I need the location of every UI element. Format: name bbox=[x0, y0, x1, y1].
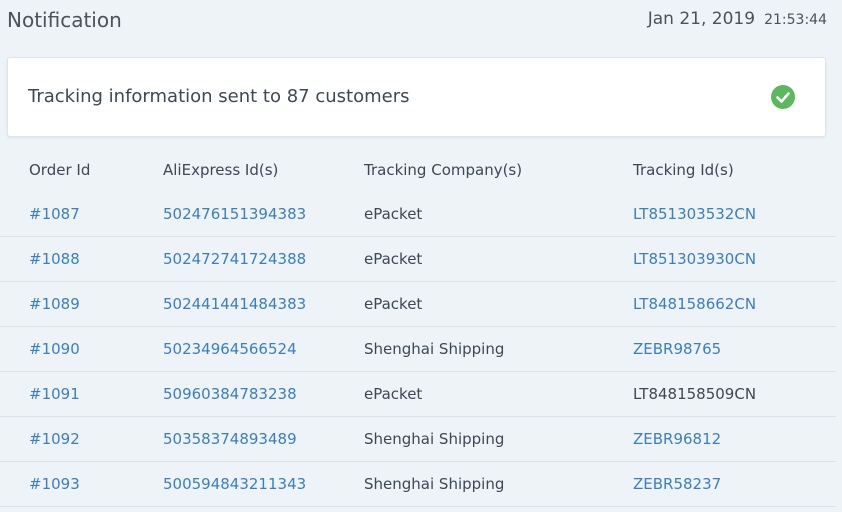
header-order-id: Order Id bbox=[29, 160, 91, 179]
order-id-link[interactable]: #1092 bbox=[0, 416, 163, 462]
table-body: #1087 502476151394383 ePacket LT851303532CN… bbox=[0, 192, 836, 507]
tracking-id: LT848158509CN bbox=[633, 371, 836, 417]
aliexpress-id-link[interactable]: 50358374893489 bbox=[163, 416, 364, 462]
notification-page: Notification Jan 21, 2019 21:53:44 Track… bbox=[0, 0, 842, 512]
customer-count: 87 bbox=[286, 86, 310, 107]
tracking-company: ePacket bbox=[364, 281, 633, 327]
order-id-link[interactable]: #1088 bbox=[0, 236, 163, 282]
order-id-link[interactable]: #1091 bbox=[0, 371, 163, 417]
tracking-company: Shenghai Shipping bbox=[364, 461, 633, 507]
order-id-link[interactable]: #1090 bbox=[0, 326, 163, 372]
aliexpress-id-link[interactable]: 502476151394383 bbox=[163, 192, 364, 237]
notification-message: Tracking information sent to 87 customer… bbox=[28, 86, 409, 107]
aliexpress-id-link[interactable]: 502472741724388 bbox=[163, 236, 364, 282]
table-row: #1088 502472741724388 ePacket LT851303930CN bbox=[0, 236, 836, 282]
table-row: #1093 500594843211343 Shenghai Shipping ZEB… bbox=[0, 461, 836, 507]
tracking-id-link[interactable]: ZEBR58237 bbox=[633, 461, 836, 507]
check-circle-icon bbox=[771, 85, 795, 109]
timestamp: Jan 21, 2019 21:53:44 bbox=[648, 9, 827, 29]
aliexpress-id-link[interactable]: 50960384783238 bbox=[163, 371, 364, 417]
message-prefix: Tracking information sent to bbox=[28, 86, 287, 107]
tracking-table: Order Id AliExpress Id(s) Tracking Compa… bbox=[0, 147, 836, 507]
notification-card: Tracking information sent to 87 customer… bbox=[7, 57, 826, 137]
header: Notification Jan 21, 2019 21:53:44 bbox=[0, 0, 842, 40]
tracking-company: Shenghai Shipping bbox=[364, 326, 633, 372]
header-tracking-id: Tracking Id(s) bbox=[633, 160, 734, 179]
timestamp-time: 21:53:44 bbox=[764, 12, 827, 28]
tracking-id-link[interactable]: ZEBR96812 bbox=[633, 416, 836, 462]
table-header-row: Order Id AliExpress Id(s) Tracking Compa… bbox=[0, 147, 836, 192]
table-row: #1091 50960384783238 ePacket LT848158509CN bbox=[0, 371, 836, 417]
tracking-id-link[interactable]: LT851303930CN bbox=[633, 236, 836, 282]
aliexpress-id-link[interactable]: 500594843211343 bbox=[163, 461, 364, 507]
tracking-company: Shenghai Shipping bbox=[364, 416, 633, 462]
tracking-company: ePacket bbox=[364, 192, 633, 237]
order-id-link[interactable]: #1089 bbox=[0, 281, 163, 327]
page-title: Notification bbox=[7, 8, 122, 32]
order-id-link[interactable]: #1087 bbox=[0, 192, 163, 237]
table-row: #1090 50234964566524 Shenghai Shipping ZEBR… bbox=[0, 326, 836, 372]
table-row: #1092 50358374893489 Shenghai Shipping ZEBR… bbox=[0, 416, 836, 462]
timestamp-date: Jan 21, 2019 bbox=[647, 9, 756, 29]
message-suffix: customers bbox=[309, 86, 410, 107]
header-aliexpress-id: AliExpress Id(s) bbox=[163, 160, 279, 179]
order-id-link[interactable]: #1093 bbox=[0, 461, 163, 507]
tracking-id-link[interactable]: LT851303532CN bbox=[633, 192, 836, 237]
aliexpress-id-link[interactable]: 50234964566524 bbox=[163, 326, 364, 372]
tracking-id-link[interactable]: ZEBR98765 bbox=[633, 326, 836, 372]
table-row: #1089 502441441484383 ePacket LT848158662CN bbox=[0, 281, 836, 327]
tracking-company: ePacket bbox=[364, 371, 633, 417]
tracking-id-link[interactable]: LT848158662CN bbox=[633, 281, 836, 327]
tracking-company: ePacket bbox=[364, 236, 633, 282]
aliexpress-id-link[interactable]: 502441441484383 bbox=[163, 281, 364, 327]
table-row: #1087 502476151394383 ePacket LT851303532CN bbox=[0, 192, 836, 237]
header-tracking-company: Tracking Company(s) bbox=[364, 160, 523, 179]
